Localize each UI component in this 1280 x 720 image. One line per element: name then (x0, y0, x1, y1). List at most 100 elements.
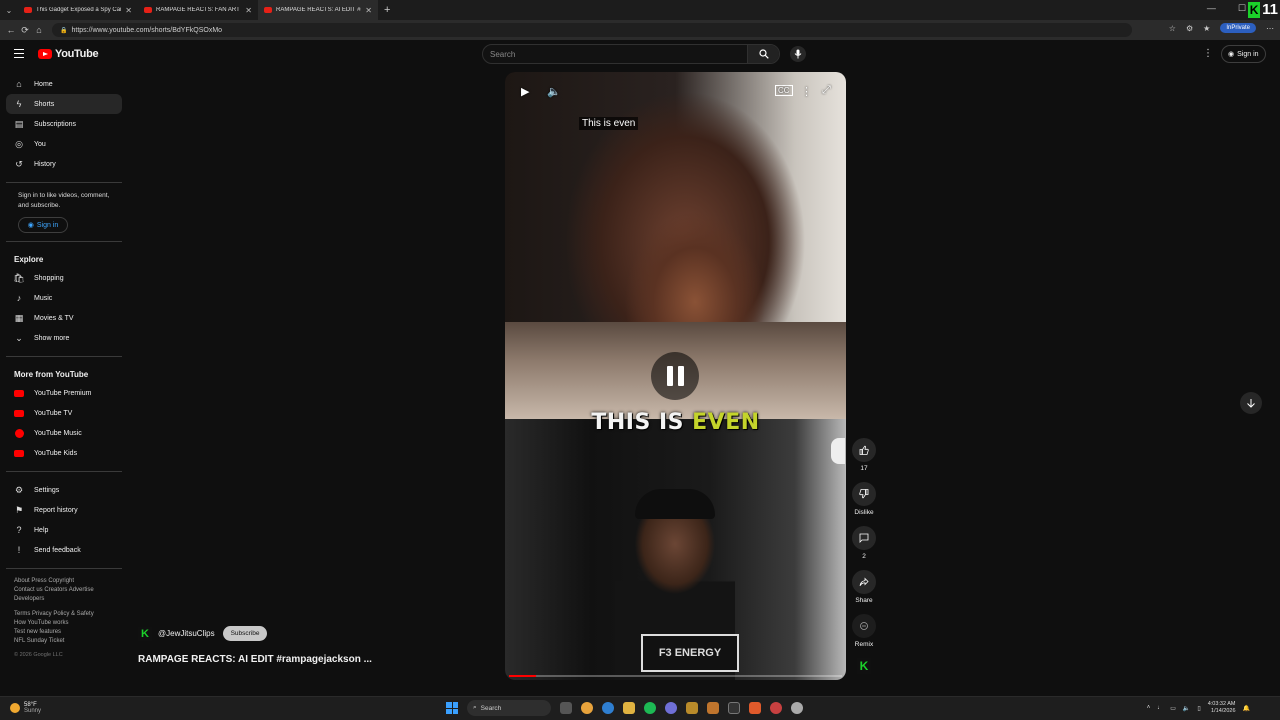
app-icon[interactable] (686, 702, 698, 714)
app-icon[interactable] (791, 702, 803, 714)
share-button[interactable] (852, 570, 876, 594)
discord-icon[interactable] (665, 702, 677, 714)
task-view-icon[interactable] (560, 702, 572, 714)
footer-link-row[interactable]: About Press Copyright (14, 577, 122, 586)
speaker-icon[interactable]: 🔈 (1183, 705, 1190, 712)
channel-avatar[interactable]: K (138, 626, 152, 641)
footer-link-row[interactable]: Test new features (14, 628, 122, 637)
browser-tab-1[interactable]: This Gadget Exposed a Spy Camera ✕ (18, 0, 138, 20)
sidebar-item-feedback[interactable]: ! Send feedback (6, 540, 122, 560)
more-options-icon[interactable]: ⋮ (801, 85, 812, 98)
channel-handle[interactable]: @JewJitsuClips (158, 629, 215, 638)
sidebar-item-youtube-kids[interactable]: YouTube Kids (6, 443, 122, 463)
progress-bar[interactable] (509, 675, 842, 677)
back-icon[interactable]: ← (4, 25, 18, 35)
browser-tab-2[interactable]: RAMPAGE REACTS: FAN ART #ram ✕ (138, 0, 258, 20)
weather-widget[interactable]: 58°F Sunny (10, 702, 41, 714)
dislike-action[interactable]: Dislike (850, 482, 878, 516)
search-input[interactable]: Search (483, 50, 747, 59)
new-tab-icon[interactable]: + (384, 4, 390, 16)
footer-link-row[interactable]: Terms Privacy Policy & Safety (14, 610, 122, 619)
channel-thumbnail[interactable]: K (857, 658, 871, 674)
file-explorer-icon[interactable] (623, 702, 635, 714)
sidebar-item-show-more[interactable]: ⌄ Show more (6, 328, 122, 348)
subscribe-button[interactable]: Subscribe (222, 626, 268, 641)
fullscreen-icon[interactable]: ⤢ (822, 84, 831, 97)
footer-link-row[interactable]: NFL Sunday Ticket (14, 637, 122, 646)
clock[interactable]: 4:03:32 AM 1/14/2026 (1208, 701, 1236, 715)
search-box[interactable]: Search (482, 44, 780, 64)
sidebar-item-history[interactable]: ↺ History (6, 154, 122, 174)
comments-action[interactable]: 2 (850, 526, 878, 560)
chrome-icon[interactable] (581, 702, 593, 714)
windows-start-icon[interactable] (446, 702, 458, 714)
like-action[interactable]: 17 (850, 438, 878, 472)
inprivate-badge[interactable]: InPrivate (1220, 23, 1256, 33)
favorite-star-icon[interactable]: ☆ (1169, 24, 1176, 33)
like-button[interactable] (852, 438, 876, 462)
app-icon[interactable] (770, 702, 782, 714)
sidebar-item-shopping[interactable]: 🛍 Shopping (6, 268, 122, 288)
edge-icon[interactable] (602, 702, 614, 714)
sidebar-item-music[interactable]: ♪ Music (6, 288, 122, 308)
close-tab-icon[interactable]: ✕ (245, 6, 252, 15)
microphone-tray-icon[interactable]: ♩ (1157, 705, 1163, 711)
next-video-button[interactable] (1240, 392, 1262, 414)
comments-button[interactable] (852, 526, 876, 550)
remix-action[interactable]: Remix (850, 614, 878, 648)
header-sign-in-button[interactable]: ◉ Sign in (1221, 45, 1266, 63)
network-icon[interactable]: ▭ (1170, 705, 1176, 712)
sidebar-item-premium[interactable]: YouTube Premium (6, 383, 122, 403)
favorites-icon[interactable]: ★ (1203, 24, 1210, 33)
sidebar-item-help[interactable]: ? Help (6, 520, 122, 540)
play-icon[interactable]: ▶ (521, 85, 529, 98)
refresh-icon[interactable]: ⟳ (18, 25, 32, 36)
youtube-logo[interactable]: YouTube (38, 48, 99, 60)
settings-kebab-icon[interactable]: ⋮ (1203, 48, 1213, 59)
taskbar-search-label: Search (480, 704, 502, 712)
sidebar-item-movies[interactable]: ▦ Movies & TV (6, 308, 122, 328)
app-icon[interactable] (707, 702, 719, 714)
pause-button[interactable] (651, 352, 699, 400)
video-title[interactable]: RAMPAGE REACTS: AI EDIT #rampagejackson … (138, 654, 372, 665)
browser-menu-icon[interactable]: ⋯ (1266, 24, 1274, 33)
maximize-icon[interactable]: ☐ (1238, 3, 1246, 14)
sidebar-item-report-history[interactable]: ⚑ Report history (6, 500, 122, 520)
extensions-icon[interactable]: ⚙ (1186, 24, 1193, 33)
home-browser-icon[interactable]: ⌂ (32, 25, 46, 35)
battery-icon[interactable]: ▯ (1197, 705, 1200, 712)
tab-actions-icon[interactable]: ⌄ (0, 6, 18, 15)
sidebar-item-settings[interactable]: ⚙ Settings (6, 480, 122, 500)
notifications-icon[interactable]: 🔔 (1243, 705, 1250, 712)
minimize-icon[interactable]: — (1207, 3, 1216, 14)
taskbar-search[interactable]: ⌕ Search (467, 700, 551, 716)
spotify-icon[interactable] (644, 702, 656, 714)
close-tab-icon[interactable]: ✕ (365, 6, 372, 15)
browser-tab-3-active[interactable]: RAMPAGE REACTS: AI EDIT #r ✕ (258, 0, 378, 20)
chevron-up-icon[interactable]: ˄ (1147, 705, 1151, 711)
sidebar-item-subscriptions[interactable]: ▤ Subscriptions (6, 114, 122, 134)
sidebar-sign-in-button[interactable]: ◉ Sign in (18, 217, 68, 233)
terminal-icon[interactable] (728, 702, 740, 714)
menu-icon[interactable] (14, 49, 24, 61)
footer-link-row[interactable]: Developers (14, 595, 122, 604)
footer-link-row[interactable]: Contact us Creators Advertise (14, 586, 122, 595)
sidebar-item-shorts[interactable]: ϟ Shorts (6, 94, 122, 114)
close-tab-icon[interactable]: ✕ (125, 6, 132, 15)
share-action[interactable]: Share (850, 570, 878, 604)
sidebar-item-youtube-music[interactable]: YouTube Music (6, 423, 122, 443)
sidebar-item-youtube-tv[interactable]: YouTube TV (6, 403, 122, 423)
brave-icon[interactable] (749, 702, 761, 714)
volume-icon[interactable]: 🔈 (547, 85, 561, 98)
url-field[interactable]: 🔒 https://www.youtube.com/shorts/BdYFkQS… (52, 23, 1132, 37)
remix-button[interactable] (852, 614, 876, 638)
captions-icon[interactable]: CC (775, 85, 793, 96)
search-button[interactable] (747, 45, 779, 63)
sidebar-item-you[interactable]: ◎ You (6, 134, 122, 154)
voice-search-button[interactable] (790, 46, 806, 62)
dislike-button[interactable] (852, 482, 876, 506)
sidebar-item-home[interactable]: ⌂ Home (6, 74, 122, 94)
overlay-badge: K 11 (1248, 1, 1278, 18)
footer-link-row[interactable]: How YouTube works (14, 619, 122, 628)
shorts-video-player[interactable]: F3 ENERGY This is even THIS IS EVEN ▶ 🔈 … (505, 72, 846, 680)
